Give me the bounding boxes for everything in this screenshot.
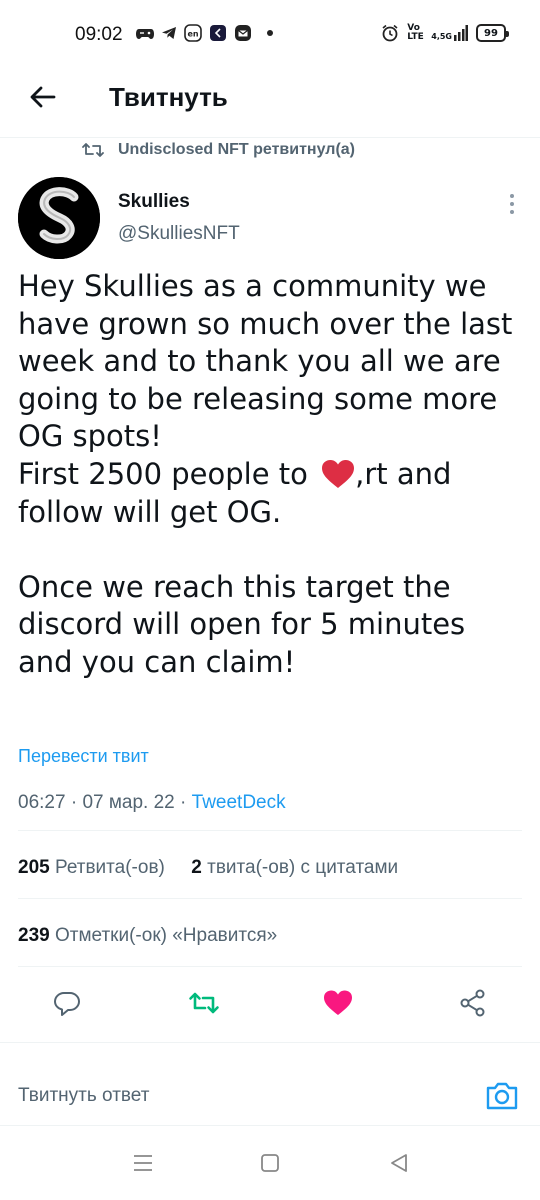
- retweet-small-icon: [82, 143, 104, 157]
- tweet-line: discord will open for 5 minutes: [18, 607, 466, 642]
- back-button[interactable]: [26, 80, 60, 114]
- home-button[interactable]: [258, 1151, 282, 1175]
- tweet-time: 06:27: [18, 792, 66, 813]
- more-notifications-dot: [267, 30, 273, 36]
- like-button[interactable]: [320, 985, 356, 1021]
- notification-icons: en: [136, 24, 273, 42]
- like-stats[interactable]: 239 Отметки(-ок) «Нравится»: [18, 925, 277, 947]
- battery-level: 99: [484, 27, 498, 39]
- recent-apps-button[interactable]: [131, 1151, 155, 1175]
- meta-separator: ·: [70, 792, 83, 813]
- share-icon: [460, 989, 485, 1017]
- likes-label: Отметки(-ок) «Нравится»: [54, 925, 278, 946]
- back-arrow-icon: [30, 86, 56, 108]
- system-back-button[interactable]: [387, 1151, 411, 1175]
- square-home-icon: [261, 1154, 279, 1172]
- tweet-source-link[interactable]: TweetDeck: [192, 792, 286, 813]
- status-bar: 09:02 en Vo LTE 4,5G 99: [0, 0, 540, 72]
- divider: [18, 830, 522, 831]
- tweet-line: follow will get OG.: [18, 494, 282, 529]
- divider: [18, 898, 522, 899]
- retweet-button[interactable]: [186, 985, 222, 1021]
- reply-icon: [54, 992, 80, 1016]
- mail-icon: [235, 25, 251, 41]
- menu-icon: [134, 1155, 152, 1171]
- more-vertical-icon: [510, 194, 514, 214]
- app-icon: [210, 25, 226, 41]
- quotes-count: 2: [191, 857, 202, 878]
- tweet-line-part: ,rt and: [355, 456, 452, 491]
- status-time: 09:02: [75, 24, 123, 45]
- reply-input[interactable]: Твитнуть ответ: [18, 1085, 149, 1107]
- retweet-stats: 205 Ретвита(-ов) 2 твита(-ов) с цитатами: [18, 857, 398, 879]
- header-divider: [0, 137, 540, 138]
- tweet-date: 07 мар. 22: [82, 792, 175, 813]
- system-nav-bar: [0, 1125, 540, 1200]
- tweet-line-part: First 2500 people to: [18, 456, 318, 491]
- system-icons: Vo LTE 4,5G 99: [381, 23, 509, 42]
- divider: [18, 966, 522, 967]
- signal-group: 4,5G: [431, 25, 468, 41]
- retweet-icon: [189, 992, 219, 1014]
- action-bar: [0, 985, 540, 1025]
- avatar[interactable]: [18, 177, 100, 259]
- tweet-line: have grown so much over the last: [18, 306, 513, 341]
- gamepad-icon: [136, 29, 154, 39]
- tweet-blank-line: [18, 531, 528, 569]
- triangle-back-icon: [391, 1154, 407, 1172]
- quotes-label: твита(-ов) с цитатами: [207, 857, 399, 878]
- tweet-line: Hey Skullies as a community we: [18, 269, 487, 303]
- translate-link[interactable]: Перевести твит: [18, 746, 149, 767]
- author-handle[interactable]: @SkulliesNFT: [118, 223, 240, 245]
- retweeted-by-label: Undisclosed NFT ретвитнул(а): [118, 141, 355, 158]
- signal-icon: [454, 25, 468, 41]
- tweet-text: Hey Skullies as a community we have grow…: [18, 268, 528, 682]
- tweet-line: and you can claim!: [18, 644, 296, 679]
- retweeted-by[interactable]: Undisclosed NFT ретвитнул(а): [82, 141, 355, 159]
- heart-filled-icon: [324, 990, 352, 1015]
- more-options-button[interactable]: [506, 192, 518, 216]
- retweets-label: Ретвита(-ов): [54, 857, 165, 878]
- camera-icon: [486, 1082, 518, 1110]
- tweet-line: OG spots!: [18, 419, 162, 454]
- svg-text:en: en: [187, 30, 198, 39]
- quotes-link[interactable]: 2 твита(-ов) с цитатами: [191, 857, 398, 878]
- red-heart-emoji-icon: [322, 459, 355, 488]
- battery-icon: 99: [476, 24, 509, 42]
- network-type: 4,5G: [431, 32, 452, 41]
- tweet-line: Once we reach this target the: [18, 569, 451, 604]
- top-bar: Твитнуть: [0, 72, 540, 130]
- camera-button[interactable]: [484, 1078, 520, 1114]
- retweets-link[interactable]: 205 Ретвита(-ов): [18, 857, 165, 878]
- tweet-meta: 06:27 · 07 мар. 22 · TweetDeck: [18, 792, 286, 814]
- tweet-line: week and to thank you all we are: [18, 344, 501, 379]
- en-icon: en: [184, 24, 202, 42]
- meta-separator: ·: [180, 792, 192, 813]
- author-name[interactable]: Skullies: [118, 191, 190, 213]
- tweet-line: going to be releasing some more: [18, 381, 498, 416]
- share-button[interactable]: [455, 985, 491, 1021]
- telegram-icon: [162, 27, 176, 39]
- skull-s-logo: [18, 177, 100, 259]
- retweets-count: 205: [18, 857, 50, 878]
- tweet-line: First 2500 people to ,rt and: [18, 456, 528, 494]
- divider: [0, 1042, 540, 1043]
- volte-indicator: Vo LTE: [407, 23, 424, 42]
- reply-button[interactable]: [49, 985, 85, 1021]
- likes-count: 239: [18, 925, 50, 946]
- page-title: Твитнуть: [109, 82, 228, 112]
- alarm-icon: [382, 24, 398, 42]
